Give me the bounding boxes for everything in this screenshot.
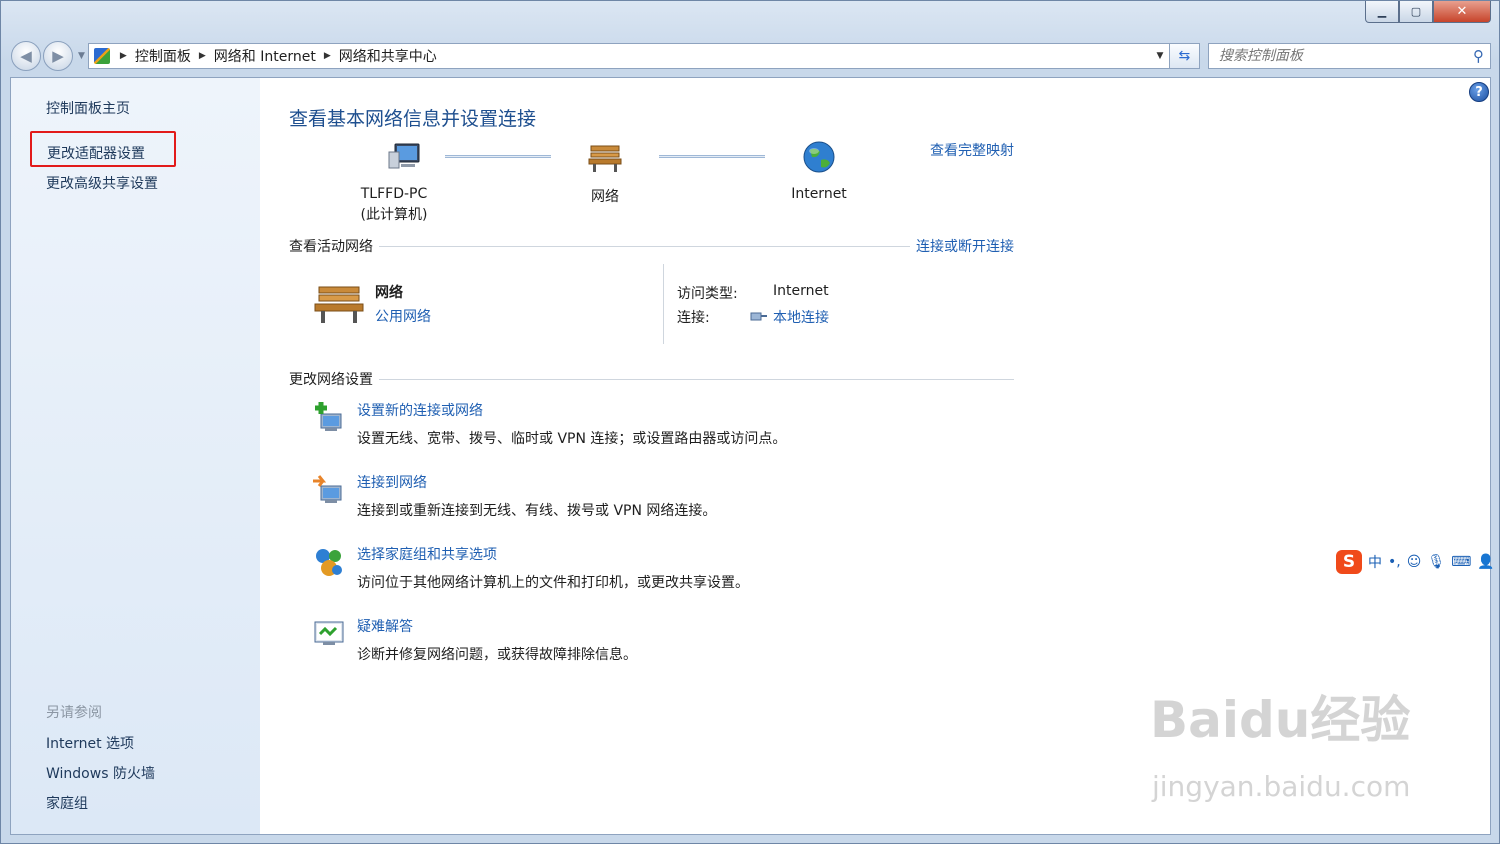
globe-icon: [803, 141, 835, 173]
control-panel-icon: [93, 48, 110, 64]
address-dropdown-icon[interactable]: ▼: [1151, 51, 1169, 61]
task-connect-network: 连接到网络 连接到或重新连接到无线、有线、拨号或 VPN 网络连接。: [311, 472, 716, 520]
map-node-network-name: 网络: [591, 189, 619, 205]
local-connection-link[interactable]: 本地连接: [773, 307, 829, 327]
user-icon[interactable]: 👤: [1477, 554, 1494, 570]
sidebar-link-label: 更改适配器设置: [47, 146, 145, 162]
sidebar-link-home[interactable]: 控制面板主页: [46, 98, 130, 118]
map-node-internet-name: Internet: [791, 186, 847, 202]
task-title-link[interactable]: 疑难解答: [357, 616, 637, 636]
search-input[interactable]: [1218, 48, 1473, 64]
task-title-link[interactable]: 选择家庭组和共享选项: [357, 544, 749, 564]
navigation-bar: ◀ ▶ ▼ ▶ 控制面板 ▶ 网络和 Internet ▶ 网络和共享中心 ▼ …: [11, 39, 1491, 73]
computer-icon: [388, 143, 420, 169]
breadcrumb-item-network-sharing-center[interactable]: 网络和共享中心: [339, 46, 437, 66]
sidebar-link-homegroup[interactable]: 家庭组: [46, 793, 88, 813]
change-settings-header: 更改网络设置: [289, 369, 1014, 389]
active-networks-header: 查看活动网络 连接或断开连接: [289, 236, 1014, 256]
task-description: 诊断并修复网络问题，或获得故障排除信息。: [357, 647, 637, 663]
troubleshoot-icon: [314, 621, 344, 645]
change-settings-heading: 更改网络设置: [289, 372, 373, 388]
search-icon[interactable]: ⚲: [1473, 47, 1484, 65]
keyboard-icon[interactable]: ⌨: [1451, 554, 1471, 570]
task-title-link[interactable]: 设置新的连接或网络: [357, 400, 786, 420]
access-type-value: Internet: [773, 283, 829, 299]
map-node-computer[interactable]: TLFFD-PC (此计算机): [354, 140, 434, 224]
map-node-network[interactable]: 网络: [577, 140, 633, 206]
map-connector-line: [445, 155, 551, 158]
refresh-icon: ⇆: [1178, 48, 1191, 64]
emoji-icon[interactable]: ☺: [1407, 554, 1422, 570]
sidebar-link-adapter-settings[interactable]: 更改适配器设置: [30, 131, 176, 167]
connect-disconnect-link[interactable]: 连接或断开连接: [916, 236, 1014, 256]
access-type-label: 访问类型:: [677, 286, 738, 302]
task-title-link[interactable]: 连接到网络: [357, 472, 716, 492]
ime-punctuation[interactable]: •,: [1388, 554, 1401, 570]
homegroup-icon: [316, 549, 342, 576]
divider: [379, 378, 1014, 380]
connections-label: 连接:: [677, 310, 710, 326]
connect-network-icon: [313, 475, 342, 503]
search-box[interactable]: ⚲: [1207, 43, 1491, 69]
new-connection-icon: [315, 402, 342, 431]
task-description: 连接到或重新连接到无线、有线、拨号或 VPN 网络连接。: [357, 503, 717, 519]
task-description: 访问位于其他网络计算机上的文件和打印机，或更改共享设置。: [357, 575, 749, 591]
map-connector-line: [659, 155, 765, 158]
page-title: 查看基本网络信息并设置连接: [289, 108, 537, 130]
sogou-logo-icon[interactable]: S: [1336, 550, 1362, 574]
map-node-internet[interactable]: Internet: [781, 140, 857, 202]
address-bar[interactable]: ▶ 控制面板 ▶ 网络和 Internet ▶ 网络和共享中心 ▼: [87, 43, 1170, 69]
ime-mode[interactable]: 中: [1368, 552, 1382, 572]
chevron-right-icon[interactable]: ▶: [199, 51, 206, 61]
map-node-computer-sub: (此计算机): [360, 207, 428, 223]
ethernet-icon: [749, 309, 769, 327]
watermark-url: jingyan.baidu.com: [1152, 770, 1411, 803]
task-homegroup-sharing: 选择家庭组和共享选项 访问位于其他网络计算机上的文件和打印机，或更改共享设置。: [311, 544, 749, 592]
refresh-button[interactable]: ⇆: [1169, 43, 1200, 69]
recent-pages-dropdown[interactable]: ▼: [78, 51, 85, 61]
see-also-heading: 另请参阅: [46, 705, 102, 721]
map-node-computer-name: TLFFD-PC: [360, 186, 428, 202]
bench-icon: [588, 145, 622, 172]
task-troubleshoot: 疑难解答 诊断并修复网络问题，或获得故障排除信息。: [311, 616, 637, 664]
vertical-divider: [663, 264, 664, 344]
maximize-button[interactable]: ▢: [1399, 1, 1433, 23]
help-button[interactable]: ?: [1469, 82, 1489, 102]
sidebar-link-windows-firewall[interactable]: Windows 防火墙: [46, 763, 155, 783]
sidebar-link-advanced-sharing[interactable]: 更改高级共享设置: [46, 173, 158, 193]
watermark-logo: Baidu经验: [1150, 691, 1411, 749]
network-type-link[interactable]: 公用网络: [375, 306, 431, 326]
network-name: 网络: [375, 285, 403, 301]
task-new-connection: 设置新的连接或网络 设置无线、宽带、拨号、临时或 VPN 连接；或设置路由器或访…: [311, 400, 786, 448]
close-button[interactable]: ✕: [1433, 1, 1491, 23]
forward-button[interactable]: ▶: [43, 41, 73, 71]
microphone-icon[interactable]: 🎙: [1427, 554, 1445, 570]
breadcrumb: ▶ 控制面板 ▶ 网络和 Internet ▶ 网络和共享中心: [116, 46, 437, 66]
network-bench-icon: [313, 281, 365, 329]
arrow-right-icon: ▶: [52, 47, 64, 65]
breadcrumb-item-network-internet[interactable]: 网络和 Internet: [214, 46, 316, 66]
active-networks-heading: 查看活动网络: [289, 239, 373, 255]
chevron-right-icon[interactable]: ▶: [120, 51, 127, 61]
arrow-left-icon: ◀: [20, 47, 32, 65]
task-sidebar: 控制面板主页 更改适配器设置 更改高级共享设置 另请参阅 Internet 选项…: [11, 78, 260, 834]
ime-toolbar[interactable]: S 中 •, ☺ 🎙 ⌨ 👤: [1336, 548, 1500, 576]
help-icon: ?: [1475, 84, 1483, 100]
divider: [379, 245, 910, 247]
task-description: 设置无线、宽带、拨号、临时或 VPN 连接；或设置路由器或访问点。: [357, 431, 787, 447]
sidebar-link-internet-options[interactable]: Internet 选项: [46, 733, 134, 753]
back-button[interactable]: ◀: [11, 41, 41, 71]
window-controls: ▁ ▢ ✕: [1365, 1, 1491, 23]
view-full-map-link[interactable]: 查看完整映射: [930, 140, 1014, 160]
minimize-button[interactable]: ▁: [1365, 1, 1399, 23]
chevron-right-icon[interactable]: ▶: [324, 51, 331, 61]
breadcrumb-item-control-panel[interactable]: 控制面板: [135, 46, 191, 66]
